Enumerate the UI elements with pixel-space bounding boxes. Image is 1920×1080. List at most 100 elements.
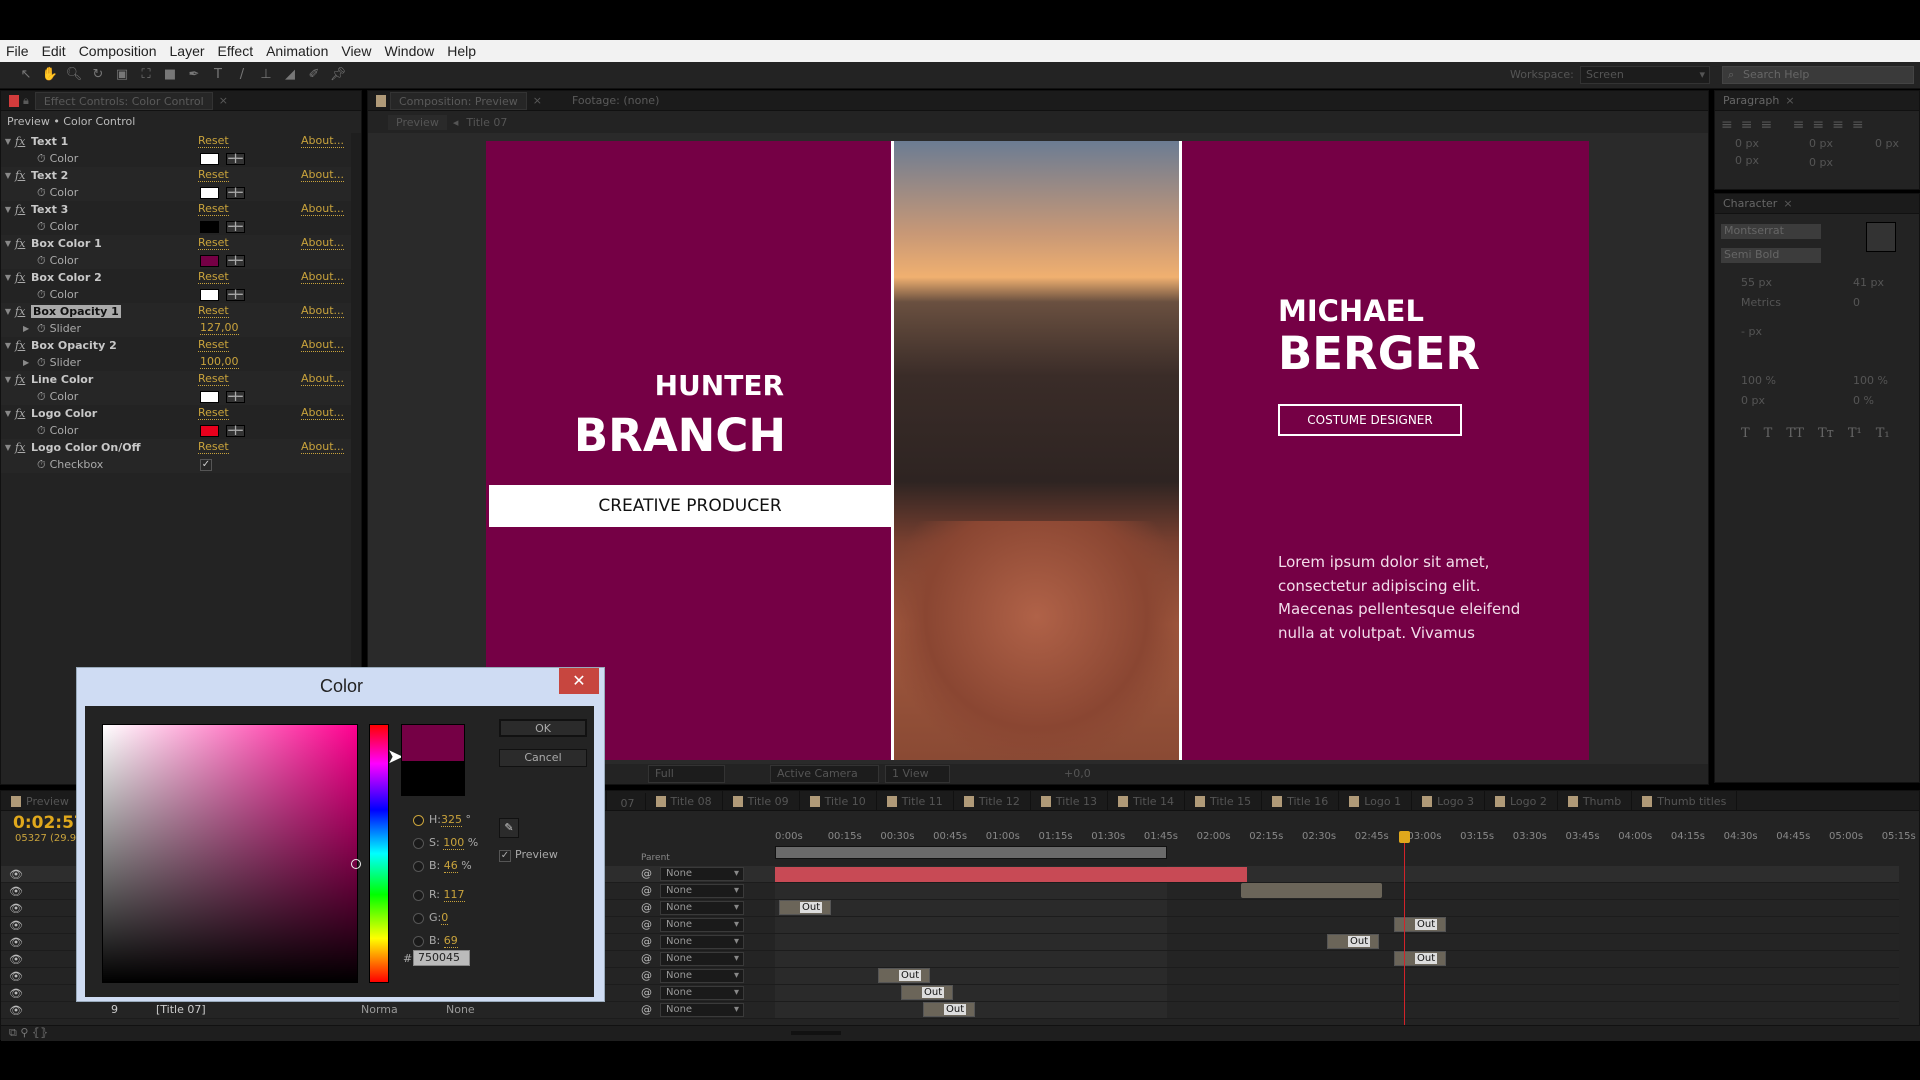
search-help-input[interactable]: ⌕ Search Help xyxy=(1722,66,1914,84)
eye-icon[interactable]: 👁︎ xyxy=(9,885,23,898)
menu-window[interactable]: Window xyxy=(384,43,434,59)
space-after[interactable]: 0 px xyxy=(1809,156,1833,169)
fx-icon[interactable]: fx xyxy=(15,203,31,216)
effect-row[interactable]: ▼ fx Box Color 1 Reset About... xyxy=(1,235,353,252)
font-family-dropdown[interactable]: Montserrat xyxy=(1721,224,1821,239)
layer-bar[interactable] xyxy=(775,867,1247,882)
stopwatch-icon[interactable]: ⏱︎ xyxy=(1,220,46,234)
tab-comp[interactable]: 07 xyxy=(611,793,646,810)
about-link[interactable]: About... xyxy=(301,441,345,454)
rotate-icon[interactable]: ↻ xyxy=(89,66,107,84)
color-swatch[interactable] xyxy=(200,424,219,437)
eye-icon[interactable]: 👁︎ xyxy=(9,970,23,983)
fx-icon[interactable]: fx xyxy=(15,169,31,182)
close-icon[interactable]: × xyxy=(1785,94,1794,107)
out-marker[interactable]: Out xyxy=(1394,917,1446,932)
stopwatch-icon[interactable]: ⏱︎ xyxy=(1,424,46,438)
close-icon[interactable]: × xyxy=(219,94,228,107)
align-buttons[interactable]: ≡≡≡ ≡≡≡≡ xyxy=(1715,111,1919,133)
about-link[interactable]: About... xyxy=(301,135,345,148)
out-marker[interactable]: Out xyxy=(901,985,953,1000)
radio-green[interactable] xyxy=(413,912,424,924)
stopwatch-icon[interactable]: ⏱︎ xyxy=(1,390,46,404)
fx-icon[interactable]: fx xyxy=(15,135,31,148)
menu-view[interactable]: View xyxy=(341,43,371,59)
tab-footage[interactable]: Footage: (none) xyxy=(572,94,659,107)
fx-icon[interactable]: fx xyxy=(15,441,31,454)
text-style-button[interactable]: T₁ xyxy=(1876,426,1890,441)
stopwatch-icon[interactable]: ⏱︎ xyxy=(1,288,46,302)
puppet-pin-icon[interactable]: 📌︎ xyxy=(329,66,347,84)
text-style-button[interactable]: T xyxy=(1741,426,1750,441)
color-swatch[interactable] xyxy=(200,254,219,267)
slider-value[interactable]: 127,00 xyxy=(200,322,239,335)
reset-link[interactable]: Reset xyxy=(198,237,229,250)
comp-nav-title07[interactable]: Title 07 xyxy=(466,116,507,129)
hue-field[interactable]: H:325 ° xyxy=(413,808,478,831)
radio-blue[interactable] xyxy=(413,935,424,947)
parent-dropdown[interactable]: None xyxy=(660,935,744,949)
about-link[interactable]: About... xyxy=(301,339,345,352)
reset-link[interactable]: Reset xyxy=(198,373,229,386)
eye-icon[interactable]: 👁︎ xyxy=(9,1004,23,1017)
layer-name[interactable]: [Title 07] xyxy=(156,1003,206,1016)
expand-triangle-icon[interactable]: ▼ xyxy=(1,341,15,350)
tab-comp[interactable]: Title 10 xyxy=(800,791,877,810)
text-style-button[interactable]: T¹ xyxy=(1848,426,1862,441)
fx-icon[interactable]: fx xyxy=(15,271,31,284)
about-link[interactable]: About... xyxy=(301,203,345,216)
red-field[interactable]: R: 117 xyxy=(413,883,478,906)
effect-row[interactable]: ▼ fx Box Opacity 2 Reset About... xyxy=(1,337,353,354)
fill-color-swatch[interactable] xyxy=(1866,222,1896,252)
color-swatch[interactable] xyxy=(200,152,219,165)
fx-icon[interactable]: fx xyxy=(15,237,31,250)
checkbox[interactable]: ✓ xyxy=(200,458,212,471)
eyedropper-icon[interactable]: ━╋━ xyxy=(226,390,245,403)
close-icon[interactable]: × xyxy=(533,94,542,107)
tracking[interactable]: 0 xyxy=(1853,296,1860,309)
effect-row[interactable]: ▼ fx Line Color Reset About... xyxy=(1,371,353,388)
tab-comp[interactable]: Logo 2 xyxy=(1485,791,1558,810)
pickwhip-icon[interactable]: @ xyxy=(641,918,652,931)
rectangle-icon[interactable]: ■ xyxy=(161,66,179,84)
parent-dropdown[interactable]: None xyxy=(660,986,744,1000)
effect-row[interactable]: ▼ fx Box Color 2 Reset About... xyxy=(1,269,353,286)
reset-link[interactable]: Reset xyxy=(198,271,229,284)
stopwatch-icon[interactable]: ⏱︎ xyxy=(1,186,46,200)
pickwhip-icon[interactable]: @ xyxy=(641,986,652,999)
radio-brightness[interactable] xyxy=(413,860,424,872)
expand-triangle-icon[interactable]: ▼ xyxy=(1,137,15,146)
parent-dropdown[interactable]: None xyxy=(660,952,744,966)
indent-left[interactable]: 0 px xyxy=(1735,137,1759,150)
tab-comp[interactable]: Title 08 xyxy=(646,791,723,810)
clone-stamp-icon[interactable]: ⊥ xyxy=(257,66,275,84)
tab-comp[interactable]: Title 16 xyxy=(1262,791,1340,810)
out-marker[interactable]: Out xyxy=(1327,934,1379,949)
toggle-switches-icon[interactable]: ⧉ ⚲ ⦃⦄ xyxy=(9,1026,48,1040)
preview-checkbox[interactable]: ✓ Preview xyxy=(499,848,558,862)
brush-icon[interactable]: / xyxy=(233,66,251,84)
tab-comp[interactable]: Title 15 xyxy=(1185,791,1263,810)
layer-bar[interactable] xyxy=(1241,883,1382,898)
eye-icon[interactable]: 👁︎ xyxy=(9,919,23,932)
stopwatch-icon[interactable]: ⏱︎ xyxy=(1,254,46,268)
comp-frame[interactable]: HUNTER BRANCH CREATIVE PRODUCER MICHAEL … xyxy=(486,141,1589,760)
effect-row[interactable]: ▼ fx Text 3 Reset About... xyxy=(1,201,353,218)
track-matte-dropdown[interactable]: None xyxy=(446,1003,475,1016)
out-marker[interactable]: Out xyxy=(779,900,831,915)
saturation-field[interactable]: S: 100 % xyxy=(413,831,478,854)
eyedropper-icon[interactable]: ━╋━ xyxy=(226,424,245,437)
pickwhip-icon[interactable]: @ xyxy=(641,901,652,914)
cancel-button[interactable]: Cancel xyxy=(499,749,587,767)
fx-icon[interactable]: fx xyxy=(15,373,31,386)
expand-triangle-icon[interactable]: ▼ xyxy=(1,307,15,316)
parent-dropdown[interactable]: None xyxy=(660,867,744,881)
pen-icon[interactable]: ✒ xyxy=(185,66,203,84)
reset-link[interactable]: Reset xyxy=(198,305,229,318)
expand-triangle-icon[interactable]: ▼ xyxy=(1,239,15,248)
menu-effect[interactable]: Effect xyxy=(218,43,254,59)
text-style-button[interactable]: TT xyxy=(1786,426,1804,441)
selection-icon[interactable]: ↖ xyxy=(17,66,35,84)
stroke-width[interactable]: - px xyxy=(1741,325,1762,338)
close-icon[interactable]: × xyxy=(1783,197,1792,210)
